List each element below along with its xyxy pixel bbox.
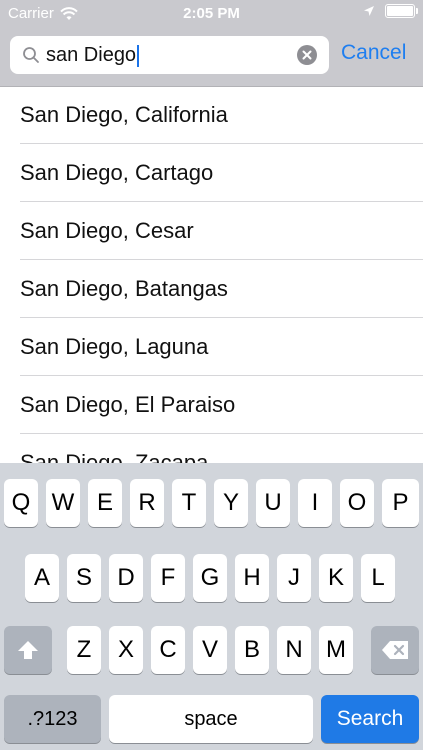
- key-h[interactable]: H: [235, 554, 269, 602]
- result-label: San Diego, Cartago: [20, 160, 214, 185]
- key-b[interactable]: B: [235, 626, 269, 674]
- backspace-icon: [382, 641, 408, 659]
- clear-icon: [302, 50, 312, 60]
- key-x[interactable]: X: [109, 626, 143, 674]
- result-item[interactable]: San Diego, El Paraiso: [0, 376, 423, 434]
- key-z[interactable]: Z: [67, 626, 101, 674]
- key-y[interactable]: Y: [214, 479, 248, 527]
- location-arrow-icon: [364, 6, 374, 16]
- search-icon: [23, 47, 39, 63]
- key-p[interactable]: P: [382, 479, 419, 527]
- result-item[interactable]: San Diego, Batangas: [0, 260, 423, 318]
- result-item[interactable]: San Diego, Zacapa: [0, 434, 423, 463]
- shift-key[interactable]: [4, 626, 52, 674]
- search-header: Carrier 2:05 PM san Diego Cancel: [0, 0, 423, 87]
- key-e[interactable]: E: [88, 479, 122, 527]
- delete-key[interactable]: [371, 626, 419, 674]
- result-item[interactable]: San Diego, Cesar: [0, 202, 423, 260]
- search-query: san Diego: [46, 44, 137, 66]
- key-v[interactable]: V: [193, 626, 227, 674]
- cancel-button[interactable]: Cancel: [341, 41, 406, 65]
- key-s[interactable]: S: [67, 554, 101, 602]
- space-key[interactable]: space: [109, 695, 313, 743]
- key-k[interactable]: K: [319, 554, 353, 602]
- status-bar: Carrier 2:05 PM: [0, 0, 423, 28]
- key-i[interactable]: I: [298, 479, 332, 527]
- status-time: 2:05 PM: [183, 5, 240, 22]
- key-r[interactable]: R: [130, 479, 164, 527]
- shift-arrow-icon: [18, 641, 38, 659]
- status-indicators: [363, 4, 418, 18]
- search-bar[interactable]: san Diego: [10, 36, 329, 74]
- result-item[interactable]: San Diego, California: [0, 86, 423, 144]
- result-item[interactable]: San Diego, Cartago: [0, 144, 423, 202]
- key-c[interactable]: C: [151, 626, 185, 674]
- key-g[interactable]: G: [193, 554, 227, 602]
- result-label: San Diego, Zacapa: [20, 450, 209, 463]
- results-list: San Diego, California San Diego, Cartago…: [0, 86, 423, 463]
- search-key[interactable]: Search: [321, 695, 419, 743]
- key-w[interactable]: W: [46, 479, 80, 527]
- numbers-key[interactable]: .?123: [4, 695, 101, 743]
- text-caret: [137, 44, 140, 67]
- key-a[interactable]: A: [25, 554, 59, 602]
- key-d[interactable]: D: [109, 554, 143, 602]
- clear-search-button[interactable]: [297, 45, 317, 65]
- key-m[interactable]: M: [319, 626, 353, 674]
- result-label: San Diego, Batangas: [20, 276, 228, 301]
- result-label: San Diego, Laguna: [20, 334, 209, 359]
- key-l[interactable]: L: [361, 554, 395, 602]
- key-t[interactable]: T: [172, 479, 206, 527]
- result-label: San Diego, California: [20, 102, 228, 127]
- result-label: San Diego, El Paraiso: [20, 392, 236, 417]
- key-f[interactable]: F: [151, 554, 185, 602]
- key-q[interactable]: Q: [4, 479, 38, 527]
- keyboard: Q W E R T Y U I O P A S D F G H J K L Z …: [0, 463, 423, 750]
- search-input[interactable]: san Diego: [46, 44, 140, 67]
- result-label: San Diego, Cesar: [20, 218, 194, 243]
- key-n[interactable]: N: [277, 626, 311, 674]
- result-item[interactable]: San Diego, Laguna: [0, 318, 423, 376]
- key-j[interactable]: J: [277, 554, 311, 602]
- key-u[interactable]: U: [256, 479, 290, 527]
- key-o[interactable]: O: [340, 479, 374, 527]
- battery-icon: [385, 4, 418, 18]
